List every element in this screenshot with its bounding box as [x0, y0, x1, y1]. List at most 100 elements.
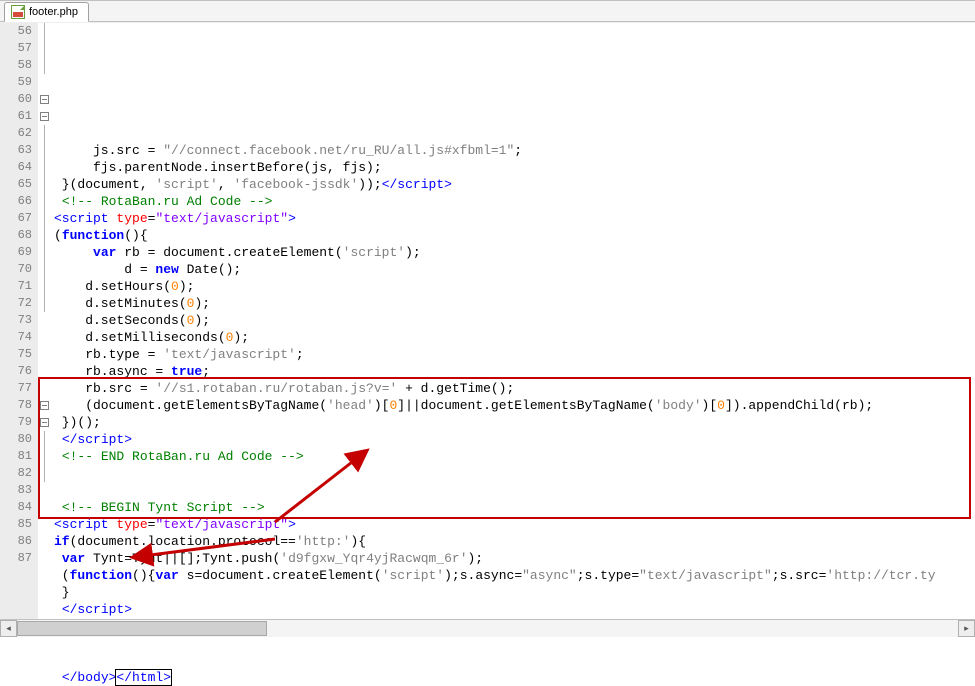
fold-marker: [38, 227, 50, 244]
fold-marker: [38, 312, 50, 329]
fold-marker: [38, 363, 50, 380]
line-number: 70: [0, 261, 32, 278]
line-number: 81: [0, 448, 32, 465]
code-line[interactable]: if(document.location.protocol=='http:'){: [54, 533, 975, 550]
php-file-icon: [11, 5, 25, 19]
code-line[interactable]: var rb = document.createElement('script'…: [54, 244, 975, 261]
fold-marker: [38, 57, 50, 74]
line-number: 71: [0, 278, 32, 295]
code-line[interactable]: [54, 652, 975, 669]
code-line[interactable]: d.setMilliseconds(0);: [54, 329, 975, 346]
line-number: 57: [0, 40, 32, 57]
code-line[interactable]: (function(){var s=document.createElement…: [54, 567, 975, 584]
line-number: 59: [0, 74, 32, 91]
code-line[interactable]: fjs.parentNode.insertBefore(js, fjs);: [54, 159, 975, 176]
line-number: 58: [0, 57, 32, 74]
fold-marker: [38, 329, 50, 346]
fold-marker[interactable]: [38, 91, 50, 108]
line-number: 82: [0, 465, 32, 482]
line-number: 84: [0, 499, 32, 516]
fold-marker: [38, 74, 50, 91]
line-number: 79: [0, 414, 32, 431]
code-line[interactable]: d.setSeconds(0);: [54, 312, 975, 329]
code-line[interactable]: }(document, 'script', 'facebook-jssdk'))…: [54, 176, 975, 193]
code-line[interactable]: d.setHours(0);: [54, 278, 975, 295]
line-number: 87: [0, 550, 32, 567]
fold-marker: [38, 210, 50, 227]
fold-marker: [38, 465, 50, 482]
fold-marker: [38, 142, 50, 159]
line-number: 63: [0, 142, 32, 159]
code-line[interactable]: rb.type = 'text/javascript';: [54, 346, 975, 363]
line-number: 61: [0, 108, 32, 125]
scroll-left-button[interactable]: ◂: [0, 620, 17, 637]
code-line[interactable]: </body></html>: [54, 669, 975, 686]
line-number: 64: [0, 159, 32, 176]
line-number: 85: [0, 516, 32, 533]
fold-marker: [38, 499, 50, 516]
code-line[interactable]: <!-- BEGIN Tynt Script -->: [54, 499, 975, 516]
line-number: 66: [0, 193, 32, 210]
code-line[interactable]: rb.async = true;: [54, 363, 975, 380]
code-line[interactable]: d = new Date();: [54, 261, 975, 278]
line-number: 86: [0, 533, 32, 550]
fold-marker: [38, 482, 50, 499]
code-line[interactable]: js.src = "//connect.facebook.net/ru_RU/a…: [54, 142, 975, 159]
file-tab-label: footer.php: [29, 6, 78, 18]
fold-marker: [38, 516, 50, 533]
code-line[interactable]: [54, 482, 975, 499]
fold-marker: [38, 125, 50, 142]
code-line[interactable]: </script>: [54, 431, 975, 448]
line-number: 77: [0, 380, 32, 397]
fold-marker: [38, 431, 50, 448]
fold-marker[interactable]: [38, 397, 50, 414]
line-number: 74: [0, 329, 32, 346]
tab-bar: footer.php: [0, 0, 975, 22]
fold-marker: [38, 193, 50, 210]
file-tab[interactable]: footer.php: [4, 2, 89, 22]
code-area[interactable]: js.src = "//connect.facebook.net/ru_RU/a…: [50, 23, 975, 619]
code-line[interactable]: </script>: [54, 601, 975, 618]
fold-marker: [38, 23, 50, 40]
code-editor[interactable]: 5657585960616263646566676869707172737475…: [0, 22, 975, 619]
code-line[interactable]: [54, 465, 975, 482]
fold-marker: [38, 380, 50, 397]
line-number: 80: [0, 431, 32, 448]
line-number: 60: [0, 91, 32, 108]
code-line[interactable]: [54, 635, 975, 652]
code-line[interactable]: <script type="text/javascript">: [54, 516, 975, 533]
line-number: 83: [0, 482, 32, 499]
code-line[interactable]: }: [54, 584, 975, 601]
fold-marker: [38, 176, 50, 193]
code-line[interactable]: (document.getElementsByTagName('head')[0…: [54, 397, 975, 414]
code-line[interactable]: (function(){: [54, 227, 975, 244]
line-number: 68: [0, 227, 32, 244]
line-number: 73: [0, 312, 32, 329]
scroll-thumb[interactable]: [17, 621, 267, 636]
line-number: 56: [0, 23, 32, 40]
fold-marker: [38, 448, 50, 465]
fold-marker[interactable]: [38, 108, 50, 125]
line-number: 78: [0, 397, 32, 414]
fold-marker: [38, 159, 50, 176]
code-line[interactable]: <!-- RotaBan.ru Ad Code -->: [54, 193, 975, 210]
scroll-track[interactable]: [17, 620, 958, 637]
horizontal-scrollbar[interactable]: ◂ ▸: [0, 619, 975, 637]
code-line[interactable]: rb.src = '//s1.rotaban.ru/rotaban.js?v='…: [54, 380, 975, 397]
line-number: 65: [0, 176, 32, 193]
line-number: 67: [0, 210, 32, 227]
code-line[interactable]: })();: [54, 414, 975, 431]
line-number: 72: [0, 295, 32, 312]
line-number: 62: [0, 125, 32, 142]
code-line[interactable]: var Tynt=Tynt||[];Tynt.push('d9fgxw_Yqr4…: [54, 550, 975, 567]
code-line[interactable]: d.setMinutes(0);: [54, 295, 975, 312]
fold-marker[interactable]: [38, 414, 50, 431]
fold-column[interactable]: [38, 23, 50, 619]
fold-marker: [38, 278, 50, 295]
code-line[interactable]: <!-- END RotaBan.ru Ad Code -->: [54, 448, 975, 465]
fold-marker: [38, 261, 50, 278]
fold-marker: [38, 295, 50, 312]
line-number: 69: [0, 244, 32, 261]
code-line[interactable]: <script type="text/javascript">: [54, 210, 975, 227]
fold-marker: [38, 40, 50, 57]
